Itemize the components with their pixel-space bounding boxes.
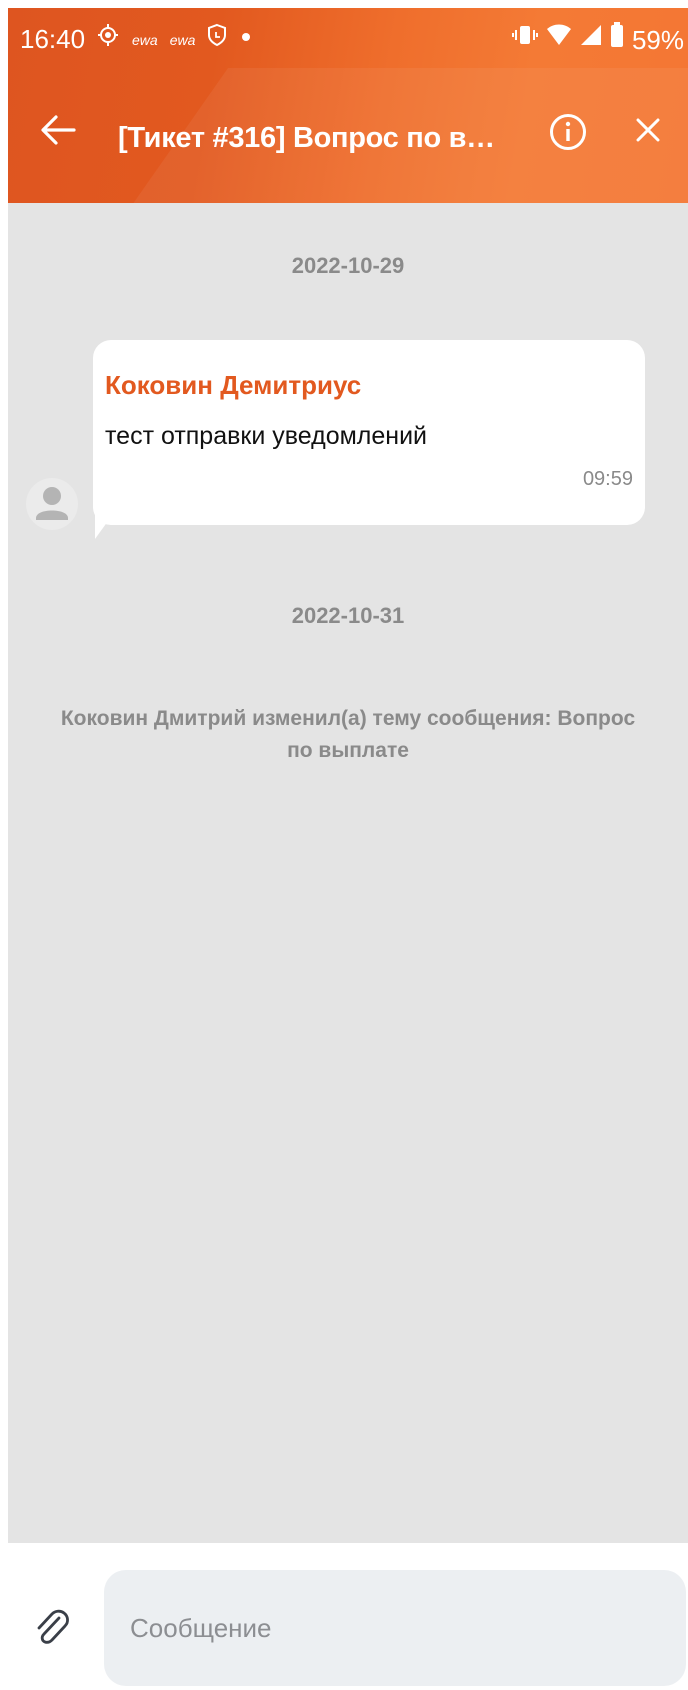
screen: 16:40 ewa ewa 59% [Тикет #316] Вопрос по… — [8, 8, 688, 1690]
system-message: Коковин Дмитрий изменил(а) тему сообщени… — [60, 707, 636, 762]
status-right: 59% — [511, 22, 684, 58]
shield-icon — [207, 23, 227, 57]
back-button[interactable] — [36, 108, 80, 152]
paperclip-icon — [37, 1609, 69, 1644]
status-bar: 16:40 ewa ewa 59% — [8, 8, 688, 68]
message-time: 09:59 — [582, 468, 633, 490]
ewa-notification-icon: ewa — [169, 32, 196, 48]
date-separator: 2022-10-29 — [291, 253, 405, 278]
status-time: 16:40 — [20, 24, 86, 54]
message-text: тест отправки уведомлений — [105, 422, 428, 450]
app-notification-icon — [96, 22, 120, 58]
signal-icon — [580, 23, 602, 57]
status-left-icons: ewa ewa — [96, 22, 253, 58]
conversation[interactable]: 2022-10-29 Коковин Демитриус тест отправ… — [8, 203, 688, 1543]
arrow-left-icon — [41, 115, 76, 145]
info-icon — [550, 114, 586, 150]
battery-icon — [610, 22, 624, 58]
wifi-icon — [546, 23, 572, 57]
avatar[interactable] — [26, 478, 78, 530]
ewa-notification-icon: ewa — [132, 32, 158, 48]
dot-icon — [239, 26, 253, 54]
info-button[interactable] — [548, 112, 588, 152]
user-avatar-icon — [36, 487, 68, 520]
close-icon — [636, 118, 660, 142]
attach-button[interactable] — [30, 1605, 74, 1649]
message-sender: Коковин Демитриус — [105, 370, 362, 400]
message-composer — [8, 1543, 688, 1690]
top-bar: 16:40 ewa ewa 59% [Тикет #316] Вопрос по… — [8, 8, 688, 203]
app-bar: [Тикет #316] Вопрос по выплате — [8, 68, 688, 203]
battery-percentage: 59% — [631, 24, 684, 55]
date-separator: 2022-10-31 — [291, 603, 405, 628]
vibrate-icon — [511, 23, 538, 57]
message-bubble[interactable]: Коковин Демитриус тест отправки уведомле… — [93, 340, 645, 525]
page-title: [Тикет #316] Вопрос по выплате — [118, 122, 503, 154]
message-input[interactable] — [104, 1570, 686, 1686]
close-button[interactable] — [630, 112, 666, 148]
